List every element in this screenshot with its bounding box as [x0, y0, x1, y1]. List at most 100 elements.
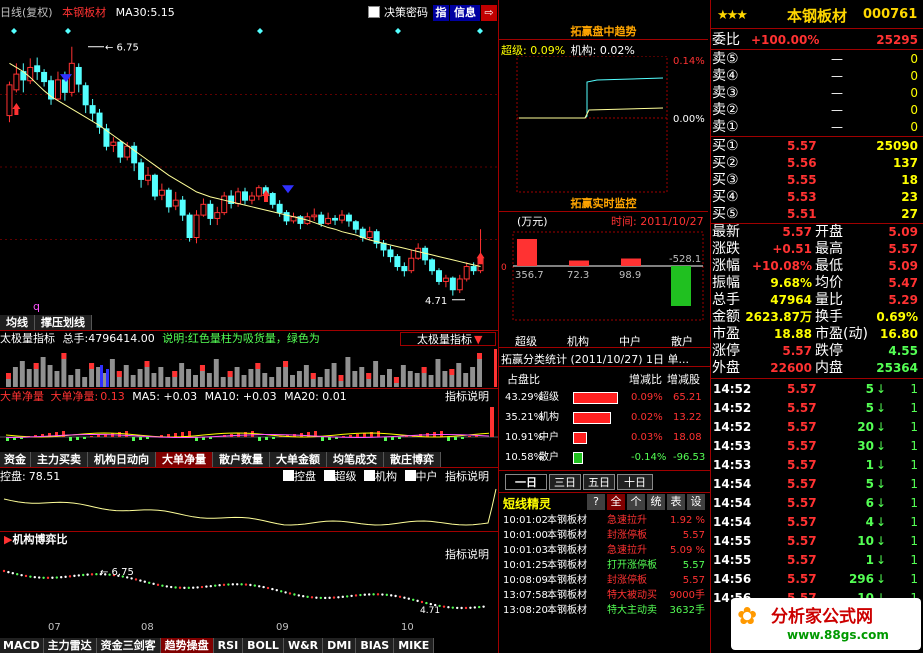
classify-table: 43.29% 超级 0.09% 65.21 35.21% 机构 0.02% 13.22 10.9… — [499, 388, 710, 468]
tick-volume: 5 — [865, 382, 874, 396]
tab-boll[interactable]: BOLL — [243, 638, 284, 653]
tick-count: 1 — [910, 534, 918, 548]
netflow-bar — [83, 437, 86, 439]
alert-time: 10:08:09 — [503, 575, 548, 586]
diamond-marker — [65, 28, 71, 34]
classify-bar — [573, 412, 611, 424]
alert-row[interactable]: 10:01:25 本钢板材 打开涨停板 5.57 — [503, 558, 709, 573]
tab-wr[interactable]: W&R — [283, 638, 324, 653]
tick-row: 14:56 5.57 296 ↓ 1 — [711, 570, 922, 589]
tuoying-panel: 拓赢盘中趋势 超级: 0.09% 机构: 0.02% 0.14% 0.00% 拓赢… — [499, 0, 710, 653]
tick-row: 14:54 5.57 5 ↓ 1 — [711, 475, 922, 494]
month-label: 08 — [141, 622, 154, 633]
inst-checkbox[interactable] — [364, 470, 375, 481]
tab-big-amount[interactable]: 大单金额 — [270, 452, 327, 467]
monitor-chart[interactable]: 356.7 72.3 98.9 -528.1 0 — [499, 228, 710, 330]
period-tab-3d[interactable]: 三日 — [549, 474, 581, 490]
tab-support[interactable]: 撑压划线 — [35, 315, 92, 330]
monitor-value: 98.9 — [619, 270, 641, 281]
bignet-help[interactable]: 指标说明 — [445, 390, 489, 404]
super-checkbox[interactable] — [323, 470, 335, 481]
tick-volume: 1 — [865, 553, 874, 567]
tick-time: 14:52 — [713, 420, 752, 434]
single-button[interactable]: 个 — [627, 494, 645, 510]
volume-bar-accent — [116, 371, 122, 377]
table-button[interactable]: 表 — [667, 494, 685, 510]
candle-body — [242, 191, 248, 201]
alerts-list: 10:01:02 本钢板材 急速拉升 1.92 % 10:01:00 本钢板材 封涨停板 5.… — [499, 513, 710, 623]
control-chart[interactable] — [0, 485, 498, 531]
mid-checkbox[interactable] — [404, 470, 416, 481]
alert-row[interactable]: 13:07:58 本钢板材 特大被动买 9000手 — [503, 588, 709, 603]
inst-dot — [64, 575, 67, 579]
tab-ma[interactable]: 均线 — [0, 315, 35, 330]
tick-row: 14:52 5.57 20 ↓ 1 — [711, 418, 922, 437]
indicator-select[interactable]: 太极量指标 ▼ — [400, 332, 496, 346]
all-button[interactable]: 全 — [607, 494, 625, 510]
down-arrow-icon: ↓ — [875, 439, 886, 453]
bignet-chart[interactable] — [0, 405, 498, 451]
candle-body — [138, 162, 145, 180]
inst-dot — [11, 571, 14, 575]
inst-dot — [478, 605, 481, 609]
volume-chart[interactable] — [0, 347, 498, 387]
tick-time: 14:54 — [713, 515, 752, 529]
inst-dot — [209, 584, 212, 588]
tab-macd[interactable]: MACD — [0, 638, 44, 653]
alert-row[interactable]: 10:08:09 本钢板材 封涨停板 5.57 — [503, 573, 709, 588]
settings-button[interactable]: 设 — [687, 494, 705, 510]
tab-dmi[interactable]: DMI — [323, 638, 357, 653]
alert-row[interactable]: 10:01:03 本钢板材 急速拉升 5.09 % — [503, 543, 709, 558]
tab-game[interactable]: 散庄博弈 — [384, 452, 441, 467]
period-tab-1d[interactable]: 一日 — [505, 474, 547, 490]
netflow-bar — [69, 437, 72, 441]
ask-price: — — [831, 69, 843, 83]
volume-bar — [248, 369, 254, 387]
tab-three-swords[interactable]: 资金三剑客 — [96, 638, 161, 653]
info-button[interactable]: 信息 — [450, 5, 480, 21]
stat-value: 5.47 — [888, 276, 918, 290]
trend-chart[interactable]: 0.14% 0.00% — [499, 56, 710, 194]
control-checkbox[interactable] — [283, 470, 294, 481]
tab-mike[interactable]: MIKE — [394, 638, 435, 653]
classify-shares: 65.21 — [673, 392, 702, 403]
inst-dot — [359, 593, 362, 597]
volume-bar — [359, 367, 365, 387]
zhi-button[interactable]: 指 — [433, 5, 449, 21]
inst-dot — [337, 596, 340, 599]
stat-button[interactable]: 统 — [647, 494, 665, 510]
inst-dot — [178, 586, 182, 589]
inst-dot — [332, 596, 336, 599]
candle-body — [186, 214, 193, 238]
inst-game-label: 机构博弈比 — [12, 533, 68, 546]
alert-row[interactable]: 13:08:20 本钢板材 特大主动卖 3632手 — [503, 603, 709, 618]
inst-help[interactable]: 指标说明 — [445, 548, 489, 562]
period-tab-5d[interactable]: 五日 — [583, 474, 615, 490]
alert-row[interactable]: 10:01:02 本钢板材 急速拉升 1.92 % — [503, 513, 709, 528]
alert-row[interactable]: 10:01:00 本钢板材 封涨停板 5.57 — [503, 528, 709, 543]
period-label[interactable]: 日线(复权) — [0, 6, 53, 19]
tab-big-net[interactable]: 大单净量 — [156, 452, 213, 467]
period-tab-10d[interactable]: 十日 — [617, 474, 653, 490]
help-button[interactable]: ? — [587, 494, 605, 510]
tab-trend[interactable]: 趋势操盘 — [160, 638, 214, 653]
volume-bar — [206, 373, 212, 387]
control-opt-label: 控盘 — [294, 470, 316, 483]
tab-main-buysell[interactable]: 主力买卖 — [31, 452, 88, 467]
tab-retail[interactable]: 散户数量 — [213, 452, 270, 467]
volume-bar — [68, 375, 74, 387]
kline-chart[interactable]: ← 6.75 4.71 q — [0, 22, 498, 312]
tab-avg-trade[interactable]: 均笔成交 — [327, 452, 384, 467]
tab-radar[interactable]: 主力雷达 — [43, 638, 97, 653]
tab-fund[interactable]: 资金 — [0, 452, 31, 467]
decision-checkbox[interactable] — [368, 6, 380, 18]
volume-bar-accent — [366, 373, 372, 379]
close-icon[interactable]: ⇨ — [481, 5, 497, 21]
tab-inst-daily[interactable]: 机构日动向 — [88, 452, 156, 467]
control-help[interactable]: 指标说明 — [445, 470, 489, 484]
tab-rsi[interactable]: RSI — [213, 638, 244, 653]
inst-dot — [412, 598, 415, 601]
inst-game-chart[interactable]: ← 6.75 4.71 — [0, 563, 498, 621]
tab-bias[interactable]: BIAS — [356, 638, 395, 653]
candle-body — [207, 203, 214, 219]
